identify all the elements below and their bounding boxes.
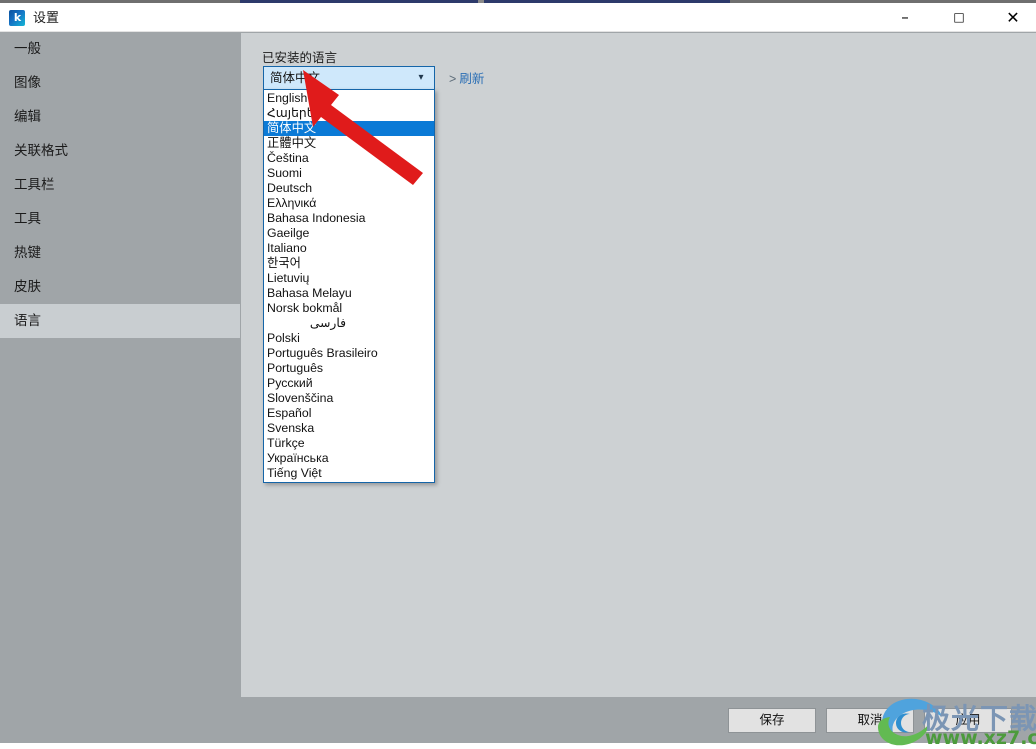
dropdown-option-5[interactable]: Suomi bbox=[264, 166, 434, 181]
minimize-button[interactable]: – bbox=[882, 3, 928, 32]
titlebar: k 设置 – □ ✕ bbox=[0, 3, 1036, 32]
dropdown-option-12[interactable]: Lietuvių bbox=[264, 271, 434, 286]
dropdown-option-18[interactable]: Português bbox=[264, 361, 434, 376]
dropdown-option-2[interactable]: 简体中文 bbox=[264, 121, 434, 136]
content-panel: 已安装的语言 简体中文 ▾ > 刷新 English Հայերեն 简体中文 正體中文… bbox=[241, 33, 1036, 697]
sidebar-item-4[interactable]: 工具栏 bbox=[0, 168, 240, 202]
dropdown-option-6[interactable]: Deutsch bbox=[264, 181, 434, 196]
sidebar: 一般图像编辑关联格式工具栏工具热键皮肤语言 bbox=[0, 32, 240, 743]
dropdown-option-21[interactable]: Español bbox=[264, 406, 434, 421]
dropdown-option-16[interactable]: Polski bbox=[264, 331, 434, 346]
sidebar-item-label: 一般 bbox=[14, 41, 41, 56]
apply-button[interactable]: 应用 bbox=[924, 708, 1012, 733]
sidebar-item-label: 编辑 bbox=[14, 109, 41, 124]
dropdown-option-7[interactable]: Ελληνικά bbox=[264, 196, 434, 211]
app-icon-glyph: k bbox=[13, 11, 21, 24]
sidebar-item-label: 关联格式 bbox=[14, 143, 68, 158]
sidebar-item-label: 热键 bbox=[14, 245, 41, 260]
language-combobox-value: 简体中文 bbox=[270, 71, 321, 85]
chevron-down-icon: ▾ bbox=[418, 72, 424, 83]
dropdown-option-13[interactable]: Bahasa Melayu bbox=[264, 286, 434, 301]
sidebar-item-7[interactable]: 皮肤 bbox=[0, 270, 240, 304]
dropdown-option-25[interactable]: Tiếng Việt bbox=[264, 466, 434, 481]
dropdown-option-8[interactable]: Bahasa Indonesia bbox=[264, 211, 434, 226]
dropdown-option-0[interactable]: English bbox=[264, 91, 434, 106]
minimize-icon: – bbox=[901, 8, 909, 26]
language-combobox[interactable]: 简体中文 ▾ bbox=[263, 66, 435, 90]
save-button[interactable]: 保存 bbox=[728, 708, 816, 733]
dropdown-option-15[interactable]: فارسی bbox=[264, 316, 434, 331]
dropdown-option-4[interactable]: Čeština bbox=[264, 151, 434, 166]
sidebar-item-label: 工具栏 bbox=[14, 177, 55, 192]
sidebar-item-2[interactable]: 编辑 bbox=[0, 100, 240, 134]
sidebar-item-8[interactable]: 语言 bbox=[0, 304, 240, 338]
dropdown-option-9[interactable]: Gaeilge bbox=[264, 226, 434, 241]
installed-languages-label: 已安装的语言 bbox=[262, 51, 338, 65]
maximize-icon: □ bbox=[953, 10, 965, 24]
dropdown-option-11[interactable]: 한국어 bbox=[264, 256, 434, 271]
sidebar-item-5[interactable]: 工具 bbox=[0, 202, 240, 236]
dropdown-option-20[interactable]: Slovenščina bbox=[264, 391, 434, 406]
dropdown-option-24[interactable]: Українська bbox=[264, 451, 434, 466]
sidebar-item-label: 工具 bbox=[14, 211, 41, 226]
sidebar-item-3[interactable]: 关联格式 bbox=[0, 134, 240, 168]
dropdown-option-23[interactable]: Türkçe bbox=[264, 436, 434, 451]
language-dropdown-list[interactable]: English Հայերեն 简体中文 正體中文 Čeština Suomi Deutsc… bbox=[263, 89, 435, 483]
dropdown-option-3[interactable]: 正體中文 bbox=[264, 136, 434, 151]
sidebar-item-1[interactable]: 图像 bbox=[0, 66, 240, 100]
sidebar-item-label: 皮肤 bbox=[14, 279, 41, 294]
close-icon: ✕ bbox=[1006, 8, 1020, 27]
sidebar-item-label: 语言 bbox=[14, 313, 41, 328]
window-title: 设置 bbox=[33, 10, 60, 25]
app-icon: k bbox=[9, 10, 25, 26]
dropdown-option-17[interactable]: Português Brasileiro bbox=[264, 346, 434, 361]
chevron-right-icon: > bbox=[449, 72, 457, 86]
dropdown-option-1[interactable]: Հայերեն bbox=[264, 106, 434, 121]
close-button[interactable]: ✕ bbox=[990, 3, 1036, 32]
refresh-link[interactable]: > 刷新 bbox=[449, 68, 484, 87]
dropdown-option-22[interactable]: Svenska bbox=[264, 421, 434, 436]
dropdown-option-10[interactable]: Italiano bbox=[264, 241, 434, 256]
sidebar-item-label: 图像 bbox=[14, 75, 41, 90]
sidebar-item-0[interactable]: 一般 bbox=[0, 32, 240, 66]
dropdown-option-19[interactable]: Русский bbox=[264, 376, 434, 391]
maximize-button[interactable]: □ bbox=[936, 3, 982, 32]
refresh-label: 刷新 bbox=[459, 72, 485, 86]
dropdown-option-14[interactable]: Norsk bokmål bbox=[264, 301, 434, 316]
settings-window: k 设置 – □ ✕ 一般图像编辑关联格式工具栏工具热键皮肤语言 已安装的语言 … bbox=[0, 3, 1036, 749]
footer-bar: 保存 取消 应用 bbox=[0, 697, 1036, 743]
cancel-button[interactable]: 取消 bbox=[826, 708, 914, 733]
sidebar-item-6[interactable]: 热键 bbox=[0, 236, 240, 270]
